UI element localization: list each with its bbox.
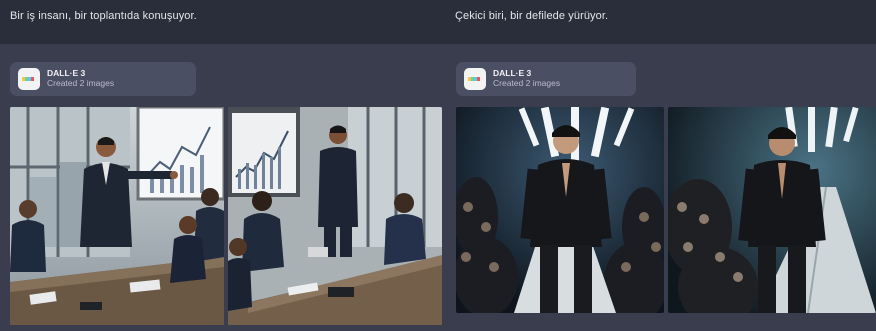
runway-model-image-2[interactable]	[668, 107, 876, 313]
user-prompt-right: Çekici biri, bir defilede yürüyor.	[448, 0, 876, 44]
business-meeting-image-2[interactable]	[228, 107, 442, 325]
generated-images-right	[456, 107, 876, 313]
business-meeting-image-1[interactable]	[10, 107, 224, 325]
dalle-card-subtitle: Created 2 images	[493, 78, 561, 88]
generated-images-left	[10, 107, 442, 325]
dalle-card-subtitle: Created 2 images	[47, 78, 115, 88]
right-conversation-panel: Çekici biri, bir defilede yürüyor. DALL·…	[448, 0, 876, 331]
user-prompt-left: Bir iş insanı, bir toplantıda konuşuyor.	[0, 0, 448, 44]
dalle-logo-icon	[18, 68, 40, 90]
runway-model-image-1[interactable]	[456, 107, 664, 313]
dalle-result-card-left[interactable]: DALL·E 3 Created 2 images	[10, 62, 196, 96]
dalle-logo-icon	[464, 68, 486, 90]
dalle-result-card-right[interactable]: DALL·E 3 Created 2 images	[456, 62, 636, 96]
dalle-comparison-screen: Bir iş insanı, bir toplantıda konuşuyor.…	[0, 0, 876, 331]
left-conversation-panel: Bir iş insanı, bir toplantıda konuşuyor.…	[0, 0, 448, 331]
